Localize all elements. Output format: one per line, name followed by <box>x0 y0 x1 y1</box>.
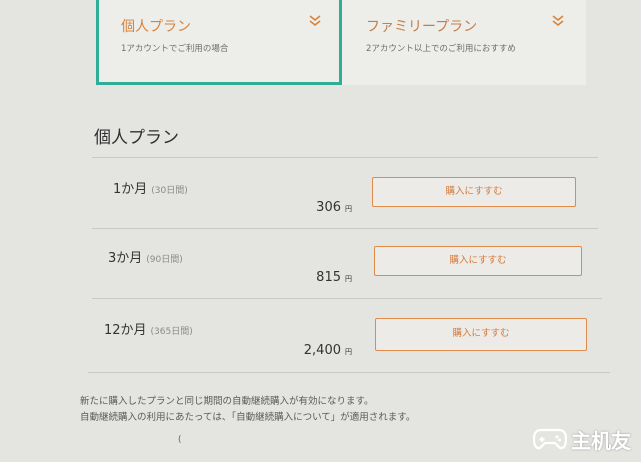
duration-label: 3か月 <box>108 251 143 266</box>
chevron-double-down-icon <box>309 15 321 27</box>
watermark: 主机友 <box>533 422 631 456</box>
price-value: 2,400 <box>303 343 341 358</box>
duration-days: (90日間) <box>146 255 183 265</box>
tab-subtitle: 2アカウント以上でのご利用におすすめ <box>366 44 516 54</box>
notice-line: 自動継続購入の利用にあたっては、「自動継続購入について」が適用されます。 <box>80 412 416 423</box>
buy-button-3-months[interactable]: 購入にすすむ <box>374 246 582 276</box>
price-currency: 円 <box>345 205 352 213</box>
watermark-text: 主机友 <box>571 428 631 453</box>
duration-label: 1か月 <box>113 182 148 197</box>
plan-price: 2,400 円 <box>282 343 352 358</box>
duration-days: (365日間) <box>150 327 193 337</box>
tab-subtitle: 1アカウントでご利用の場合 <box>121 44 229 54</box>
plan-price: 815 円 <box>282 270 352 285</box>
plan-duration: 1か月 (30日間) <box>113 178 188 197</box>
tab-title: ファミリープラン <box>366 19 478 35</box>
divider <box>92 228 598 229</box>
tab-personal-plan[interactable]: 個人プラン 1アカウントでご利用の場合 <box>96 0 342 85</box>
plan-duration: 12か月 (365日間) <box>104 319 193 338</box>
notice-line: 新たに購入したプランと同じ期間の自動継続購入が有効になります。 <box>80 396 374 407</box>
price-value: 815 <box>316 270 341 285</box>
section-title: 個人プラン <box>94 128 179 148</box>
divider <box>92 157 598 158</box>
price-currency: 円 <box>345 348 352 356</box>
price-value: 306 <box>316 200 341 215</box>
divider <box>92 298 602 299</box>
gamepad-icon <box>533 428 567 450</box>
buy-button-12-months[interactable]: 購入にすすむ <box>375 318 587 351</box>
price-currency: 円 <box>345 275 352 283</box>
duration-label: 12か月 <box>104 323 147 338</box>
plan-price: 306 円 <box>282 200 352 215</box>
buy-button-1-month[interactable]: 購入にすすむ <box>372 177 576 207</box>
duration-days: (30日間) <box>151 186 188 196</box>
tab-family-plan[interactable]: ファミリープラン 2アカウント以上でのご利用におすすめ <box>342 0 586 85</box>
divider <box>88 372 610 373</box>
chevron-double-down-icon <box>552 15 564 27</box>
footer-mark: ( <box>178 435 182 445</box>
plan-duration: 3か月 (90日間) <box>108 247 183 266</box>
tab-title: 個人プラン <box>121 19 191 35</box>
